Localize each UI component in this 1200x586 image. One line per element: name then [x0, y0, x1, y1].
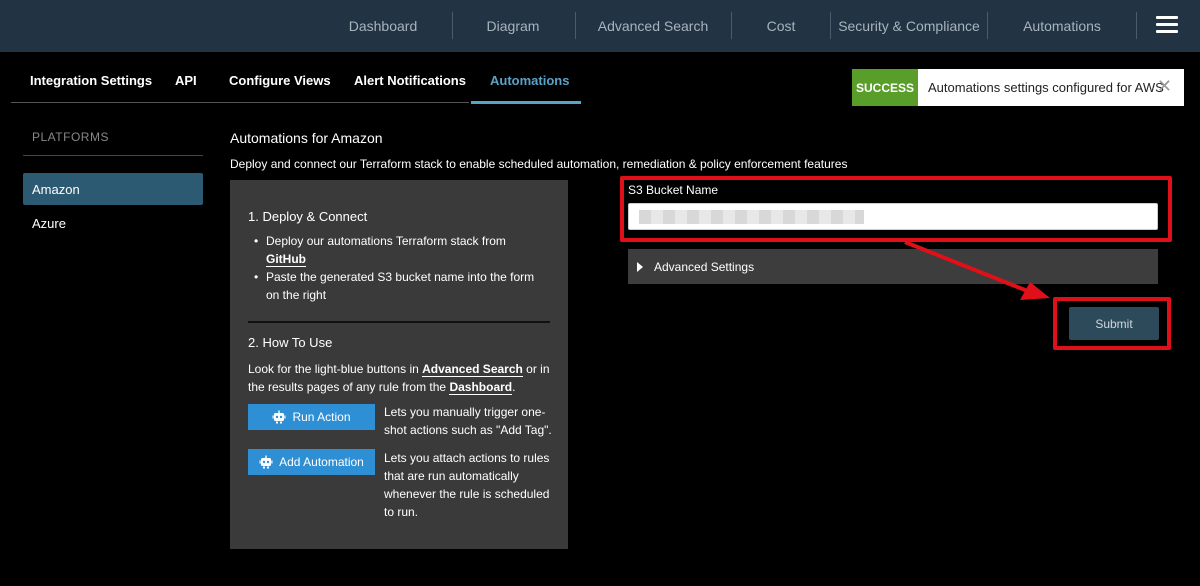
annotation-arrow — [904, 240, 1050, 300]
